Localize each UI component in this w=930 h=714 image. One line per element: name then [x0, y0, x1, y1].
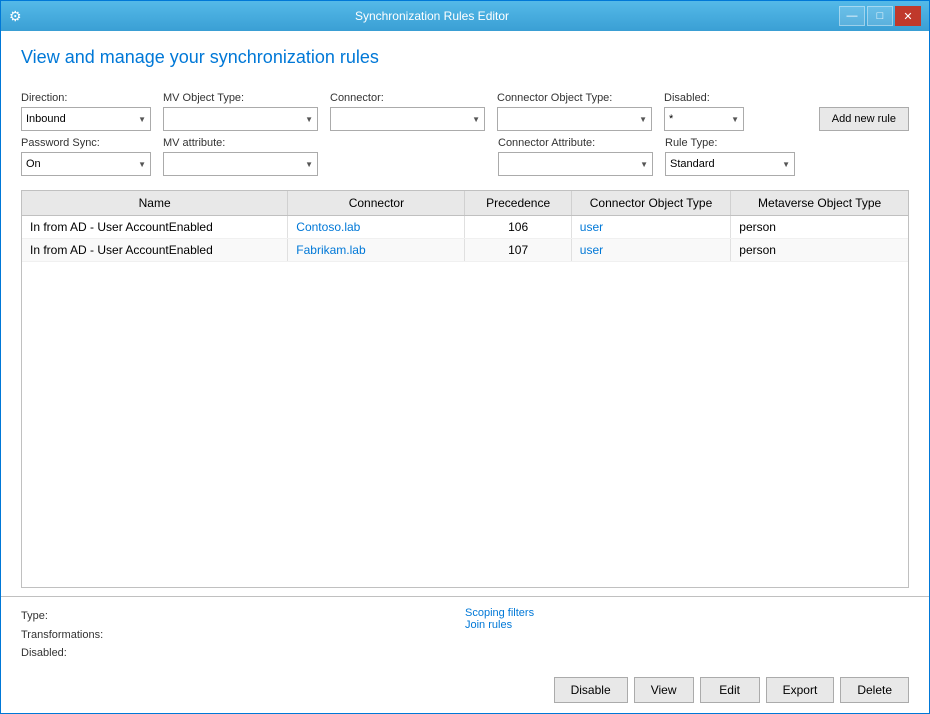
- direction-value: Inbound: [26, 113, 66, 125]
- disabled-value: *: [669, 113, 673, 125]
- rules-table: Name Connector Precedence Connector Obje…: [22, 191, 908, 262]
- disabled-info: Disabled:: [21, 644, 465, 663]
- app-icon: ⚙: [9, 8, 25, 24]
- disabled-label: Disabled:: [664, 92, 744, 104]
- cell-metaverse-object-type: person: [731, 216, 908, 239]
- connector-object-type-select[interactable]: ▼: [497, 107, 652, 131]
- mv-object-type-select[interactable]: ▼: [163, 107, 318, 131]
- filters-section: Direction: Inbound ▼ MV Object Type: ▼ C…: [1, 92, 929, 182]
- cell-precedence: 106: [465, 216, 571, 239]
- cell-name: In from AD - User AccountEnabled: [22, 239, 288, 262]
- content-area: View and manage your synchronization rul…: [1, 31, 929, 713]
- mv-attribute-arrow: ▼: [305, 160, 313, 169]
- connector-label: Connector:: [330, 92, 485, 104]
- bottom-left: Type: Transformations: Disabled:: [21, 607, 465, 663]
- password-sync-select[interactable]: On ▼: [21, 152, 151, 176]
- rule-type-select[interactable]: Standard ▼: [665, 152, 795, 176]
- cell-metaverse-object-type: person: [731, 239, 908, 262]
- filter-row-2: Password Sync: On ▼ MV attribute: ▼ Conn…: [21, 137, 909, 176]
- direction-arrow: ▼: [138, 115, 146, 124]
- rule-type-arrow: ▼: [782, 160, 790, 169]
- disabled-arrow: ▼: [731, 115, 739, 124]
- cell-name: In from AD - User AccountEnabled: [22, 216, 288, 239]
- header-section: View and manage your synchronization rul…: [1, 31, 929, 92]
- bottom-section: Type: Transformations: Disabled: Scoping…: [1, 596, 929, 713]
- scoping-filters-link[interactable]: Scoping filters: [465, 607, 909, 619]
- filter-row-1: Direction: Inbound ▼ MV Object Type: ▼ C…: [21, 92, 909, 131]
- mv-object-type-group: MV Object Type: ▼: [163, 92, 318, 131]
- password-sync-arrow: ▼: [138, 160, 146, 169]
- type-info: Type:: [21, 607, 465, 626]
- col-header-connector-object-type: Connector Object Type: [571, 191, 730, 216]
- disabled-group: Disabled: * ▼: [664, 92, 744, 131]
- table-row[interactable]: In from AD - User AccountEnabled Fabrika…: [22, 239, 908, 262]
- table-body: In from AD - User AccountEnabled Contoso…: [22, 216, 908, 262]
- direction-select[interactable]: Inbound ▼: [21, 107, 151, 131]
- table-header-row: Name Connector Precedence Connector Obje…: [22, 191, 908, 216]
- password-sync-value: On: [26, 158, 41, 170]
- page-title: View and manage your synchronization rul…: [21, 47, 909, 68]
- bottom-info: Type: Transformations: Disabled: Scoping…: [21, 607, 909, 663]
- transformations-info: Transformations:: [21, 626, 465, 645]
- connector-object-type-label: Connector Object Type:: [497, 92, 652, 104]
- connector-group: Connector: ▼: [330, 92, 485, 131]
- cell-precedence: 107: [465, 239, 571, 262]
- rule-type-group: Rule Type: Standard ▼: [665, 137, 795, 176]
- rules-table-container: Name Connector Precedence Connector Obje…: [21, 190, 909, 588]
- window-title: Synchronization Rules Editor: [25, 9, 839, 23]
- title-bar: ⚙ Synchronization Rules Editor — □ ✕: [1, 1, 929, 31]
- direction-group: Direction: Inbound ▼: [21, 92, 151, 131]
- connector-select[interactable]: ▼: [330, 107, 485, 131]
- rule-type-label: Rule Type:: [665, 137, 795, 149]
- cell-connector: Fabrikam.lab: [288, 239, 465, 262]
- connector-attribute-group: Connector Attribute: ▼: [498, 137, 653, 176]
- connector-attribute-select[interactable]: ▼: [498, 152, 653, 176]
- col-header-connector: Connector: [288, 191, 465, 216]
- maximize-button[interactable]: □: [867, 6, 893, 26]
- disabled-select[interactable]: * ▼: [664, 107, 744, 131]
- window-controls: — □ ✕: [839, 6, 921, 26]
- table-row[interactable]: In from AD - User AccountEnabled Contoso…: [22, 216, 908, 239]
- connector-attribute-label: Connector Attribute:: [498, 137, 653, 149]
- direction-label: Direction:: [21, 92, 151, 104]
- mv-attribute-select[interactable]: ▼: [163, 152, 318, 176]
- minimize-button[interactable]: —: [839, 6, 865, 26]
- delete-button[interactable]: Delete: [840, 677, 909, 703]
- col-header-metaverse-object-type: Metaverse Object Type: [731, 191, 908, 216]
- mv-attribute-group: MV attribute: ▼: [163, 137, 318, 176]
- cell-connector-object-type: user: [571, 239, 730, 262]
- mv-attribute-label: MV attribute:: [163, 137, 318, 149]
- connector-attribute-arrow: ▼: [640, 160, 648, 169]
- close-button[interactable]: ✕: [895, 6, 921, 26]
- col-header-name: Name: [22, 191, 288, 216]
- view-button[interactable]: View: [634, 677, 694, 703]
- connector-object-type-group: Connector Object Type: ▼: [497, 92, 652, 131]
- bottom-right: Scoping filters Join rules: [465, 607, 909, 663]
- edit-button[interactable]: Edit: [700, 677, 760, 703]
- cell-connector-object-type: user: [571, 216, 730, 239]
- rule-type-value: Standard: [670, 158, 715, 170]
- main-window: ⚙ Synchronization Rules Editor — □ ✕ Vie…: [0, 0, 930, 714]
- join-rules-link[interactable]: Join rules: [465, 619, 909, 631]
- action-buttons: Disable View Edit Export Delete: [21, 673, 909, 703]
- password-sync-group: Password Sync: On ▼: [21, 137, 151, 176]
- add-new-rule-button[interactable]: Add new rule: [819, 107, 909, 131]
- disable-button[interactable]: Disable: [554, 677, 628, 703]
- password-sync-label: Password Sync:: [21, 137, 151, 149]
- export-button[interactable]: Export: [766, 677, 835, 703]
- connector-object-type-arrow: ▼: [639, 115, 647, 124]
- col-header-precedence: Precedence: [465, 191, 571, 216]
- mv-object-type-arrow: ▼: [305, 115, 313, 124]
- cell-connector: Contoso.lab: [288, 216, 465, 239]
- connector-arrow: ▼: [472, 115, 480, 124]
- mv-object-type-label: MV Object Type:: [163, 92, 318, 104]
